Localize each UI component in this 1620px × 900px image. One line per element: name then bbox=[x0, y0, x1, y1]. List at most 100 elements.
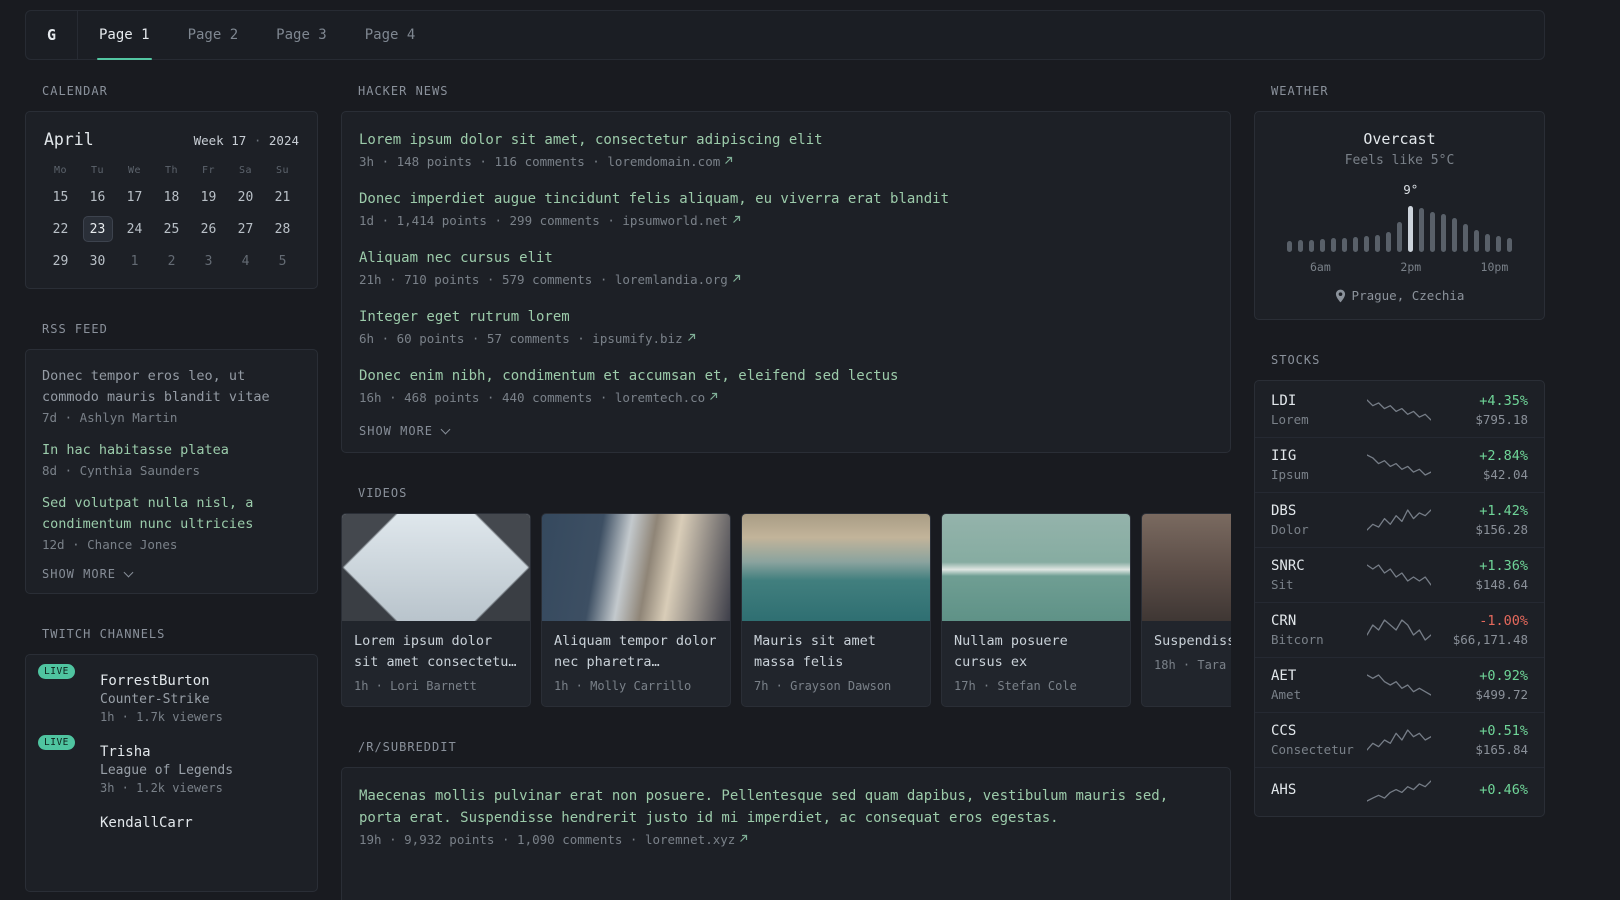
calendar-header: April Week 17 · 2024 bbox=[42, 128, 301, 149]
calendar-day[interactable]: 24 bbox=[120, 216, 150, 242]
calendar-day-next-month[interactable]: 5 bbox=[268, 248, 298, 274]
stock-sparkline bbox=[1366, 562, 1433, 588]
hn-item-link[interactable]: Donec imperdiet augue tincidunt felis al… bbox=[359, 188, 1213, 210]
time-label: 10pm bbox=[1480, 260, 1509, 274]
subreddit-post-link[interactable]: Maecenas mollis pulvinar erat non posuer… bbox=[359, 785, 1213, 829]
video-card[interactable]: Mauris sit amet massa felis 7h · Grayson… bbox=[741, 513, 931, 707]
calendar-day[interactable]: 26 bbox=[194, 216, 224, 242]
stock-row[interactable]: LDI Lorem +4.35% $795.18 bbox=[1255, 383, 1544, 437]
calendar-day-selected[interactable]: 23 bbox=[82, 216, 113, 242]
hn-item-link[interactable]: Donec enim nibh, condimentum et accumsan… bbox=[359, 365, 1213, 387]
weekday-label: Fr bbox=[201, 165, 216, 176]
calendar-day[interactable]: 28 bbox=[268, 216, 298, 242]
twitch-channel[interactable]: KendallCarr bbox=[42, 815, 301, 831]
external-link-icon bbox=[732, 274, 740, 282]
live-badge: LIVE bbox=[38, 735, 75, 750]
tab-page-1[interactable]: Page 1 bbox=[86, 11, 163, 60]
stock-change: +0.92% bbox=[1479, 668, 1528, 684]
weather-location[interactable]: Prague, Czechia bbox=[1271, 288, 1528, 303]
hn-domain-link[interactable]: loremlandia.org bbox=[615, 272, 741, 287]
video-card[interactable]: Suspendisse diam 18h · Tara bbox=[1141, 513, 1231, 707]
post-domain-link[interactable]: loremnet.xyz bbox=[645, 832, 748, 847]
hn-item-link[interactable]: Integer eget rutrum lorem bbox=[359, 306, 1213, 328]
tab-page-2[interactable]: Page 2 bbox=[175, 11, 252, 59]
calendar-day-next-month[interactable]: 1 bbox=[120, 248, 150, 274]
video-meta: 7h · Grayson Dawson bbox=[754, 679, 892, 693]
stock-row[interactable]: SNRC Sit +1.36% $148.64 bbox=[1255, 547, 1544, 602]
calendar-day[interactable]: 17 bbox=[120, 184, 150, 210]
hn-domain-link[interactable]: loremtech.co bbox=[615, 390, 718, 405]
post-meta-text: 19h · 9,932 points · 1,090 comments · bbox=[359, 832, 645, 847]
calendar-day[interactable]: 29 bbox=[46, 248, 76, 274]
rss-item-link[interactable]: Donec tempor eros leo, ut commodo mauris… bbox=[42, 366, 301, 408]
stock-row[interactable]: IIG Ipsum +2.84% $42.04 bbox=[1255, 437, 1544, 492]
app-logo[interactable]: G bbox=[26, 11, 78, 59]
hn-domain-link[interactable]: loremdomain.com bbox=[607, 154, 733, 169]
calendar-section-title: CALENDAR bbox=[42, 84, 108, 98]
rss-item: In hac habitasse platea 8d · Cynthia Sau… bbox=[42, 440, 301, 478]
weather-location-text: Prague, Czechia bbox=[1351, 288, 1465, 303]
stock-name: Consectetur bbox=[1271, 742, 1354, 757]
post-domain: loremnet.xyz bbox=[644, 832, 736, 847]
external-link-icon bbox=[710, 392, 718, 400]
video-row: Lorem ipsum dolor sit amet consectetu… 1… bbox=[341, 513, 1231, 707]
calendar-day-next-month[interactable]: 4 bbox=[231, 248, 261, 274]
calendar-day[interactable]: 16 bbox=[83, 184, 113, 210]
calendar-day[interactable]: 18 bbox=[157, 184, 187, 210]
tab-page-3[interactable]: Page 3 bbox=[263, 11, 340, 59]
twitch-channel[interactable]: LIVE ForrestBurton Counter-Strike 1h · 1… bbox=[38, 664, 301, 724]
hn-item-link[interactable]: Lorem ipsum dolor sit amet, consectetur … bbox=[359, 129, 1213, 151]
calendar-day[interactable]: 27 bbox=[231, 216, 261, 242]
rss-item-link[interactable]: In hac habitasse platea bbox=[42, 440, 301, 461]
calendar-day-next-month[interactable]: 3 bbox=[194, 248, 224, 274]
hacker-news-widget: HACKER NEWS Lorem ipsum dolor sit amet, … bbox=[341, 84, 1231, 453]
video-card[interactable]: Nullam posuere cursus ex 17h · Stefan Co… bbox=[941, 513, 1131, 707]
stock-row[interactable]: AET Amet +0.92% $499.72 bbox=[1255, 657, 1544, 712]
stock-price: $499.72 bbox=[1475, 687, 1528, 702]
stock-id: CRN Bitcorn bbox=[1271, 613, 1367, 647]
stock-price: $42.04 bbox=[1482, 467, 1528, 482]
stock-id: SNRC Sit bbox=[1271, 558, 1367, 592]
stock-row[interactable]: CRN Bitcorn -1.00% $66,171.48 bbox=[1255, 602, 1544, 657]
hn-show-more-button[interactable]: SHOW MORE bbox=[359, 424, 451, 438]
hn-domain-link[interactable]: ipsumworld.net bbox=[622, 213, 740, 228]
calendar-day[interactable]: 25 bbox=[157, 216, 187, 242]
channel-info: KendallCarr bbox=[100, 815, 193, 831]
hn-item-link[interactable]: Aliquam nec cursus elit bbox=[359, 247, 1213, 269]
calendar-day[interactable]: 22 bbox=[46, 216, 76, 242]
stock-id: DBS Dolor bbox=[1271, 503, 1367, 537]
video-thumbnail bbox=[342, 514, 530, 621]
stock-change: +2.84% bbox=[1479, 448, 1528, 464]
video-card[interactable]: Lorem ipsum dolor sit amet consectetu… 1… bbox=[341, 513, 531, 707]
calendar-day[interactable]: 15 bbox=[46, 184, 76, 210]
video-card[interactable]: Aliquam tempor dolor nec pharetra… 1h · … bbox=[541, 513, 731, 707]
twitch-channel[interactable]: LIVE Trisha League of Legends 3h · 1.2k … bbox=[38, 735, 301, 795]
rss-show-more-button[interactable]: SHOW MORE bbox=[42, 567, 134, 581]
stock-row[interactable]: DBS Dolor +1.42% $156.28 bbox=[1255, 492, 1544, 547]
stock-sparkline bbox=[1366, 452, 1433, 478]
stock-id: AHS bbox=[1271, 782, 1367, 801]
subreddit-section-title: /R/SUBREDDIT bbox=[358, 740, 457, 754]
weather-hourly-chart: 9° 6am 2pm 10pm bbox=[1286, 182, 1513, 276]
external-link-icon bbox=[732, 215, 740, 223]
video-thumbnail bbox=[942, 514, 1130, 621]
subreddit-card: Maecenas mollis pulvinar erat non posuer… bbox=[341, 767, 1231, 900]
tab-page-4[interactable]: Page 4 bbox=[352, 11, 429, 59]
rss-item-link[interactable]: Sed volutpat nulla nisl, a condimentum n… bbox=[42, 493, 301, 535]
calendar-day-next-month[interactable]: 2 bbox=[157, 248, 187, 274]
calendar-day[interactable]: 21 bbox=[268, 184, 298, 210]
twitch-widget: TWITCH CHANNELS LIVE ForrestBurton Count… bbox=[25, 627, 318, 892]
calendar-day[interactable]: 19 bbox=[194, 184, 224, 210]
hn-domain-link[interactable]: ipsumify.biz bbox=[592, 331, 695, 346]
hn-meta-text: 16h · 468 points · 440 comments · bbox=[359, 390, 615, 405]
calendar-day[interactable]: 30 bbox=[83, 248, 113, 274]
stock-row[interactable]: CCS Consectetur +0.51% $165.84 bbox=[1255, 712, 1544, 767]
stock-sparkline bbox=[1366, 727, 1433, 753]
calendar-week-label: Week 17 · 2024 bbox=[194, 133, 299, 148]
page-tabs: Page 1 Page 2 Page 3 Page 4 bbox=[78, 11, 440, 60]
stock-row[interactable]: AHS +0.46% bbox=[1255, 767, 1544, 814]
weather-bar bbox=[1430, 212, 1436, 252]
rss-item-meta: 8d · Cynthia Saunders bbox=[42, 463, 201, 478]
location-pin-icon bbox=[1335, 289, 1345, 302]
calendar-day[interactable]: 20 bbox=[231, 184, 261, 210]
